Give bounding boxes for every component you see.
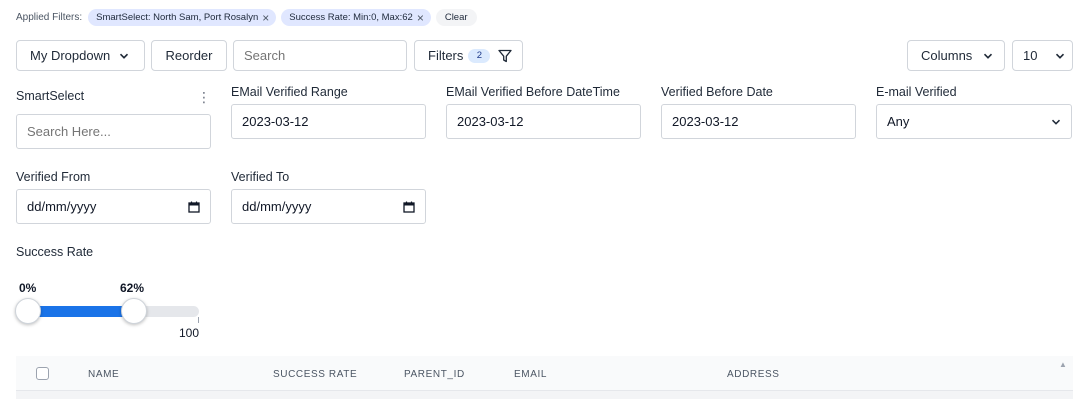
applied-filters-bar: Applied Filters: SmartSelect: North Sam,… [16,9,477,26]
reorder-button[interactable]: Reorder [151,40,227,71]
slider-max-thumb[interactable] [121,298,148,324]
email-verified-select[interactable]: Any [876,104,1072,139]
slider-tick-max [198,317,199,323]
filter-funnel-icon [498,49,513,62]
smartselect-label: SmartSelect [16,89,85,103]
columns-label: Columns [921,48,973,63]
email-verified-range-label: EMail Verified Range [231,85,348,99]
select-all-checkbox[interactable] [36,367,49,380]
column-header-success-rate[interactable]: SUCCESS RATE [273,369,357,380]
slider-min-value-label: 0% [19,281,37,295]
slider-max-value-label: 62% [120,281,145,295]
filters-button[interactable]: Filters 2 [414,40,523,71]
column-header-address[interactable]: ADDRESS [727,369,780,380]
table-row [16,391,1073,399]
my-dropdown-button[interactable]: My Dropdown [16,40,145,71]
applied-filters-label: Applied Filters: [16,12,83,23]
verified-from-value: dd/mm/yyyy [27,199,97,214]
kebab-menu-icon[interactable]: ⋮ [197,89,211,106]
verified-to-label: Verified To [231,170,290,184]
chevron-down-icon [984,53,993,59]
page-size-select[interactable]: 10 [1012,40,1073,71]
success-rate-label: Success Rate [16,245,94,259]
column-header-parent-id[interactable]: PARENT_ID [404,369,465,380]
calendar-icon[interactable] [403,201,415,213]
chevron-down-icon [1056,53,1065,59]
verified-from-date-input[interactable]: dd/mm/yyyy [16,189,211,224]
filter-chip-smartselect[interactable]: SmartSelect: North Sam, Port Rosalyn × [88,9,277,26]
calendar-icon[interactable] [188,201,200,213]
page-size-value: 10 [1023,48,1038,63]
verified-from-label: Verified From [16,170,91,184]
smartselect-search-input[interactable] [16,114,211,149]
clear-filters-button[interactable]: Clear [435,9,477,26]
email-verified-range-input[interactable]: 2023-03-12 [231,104,426,139]
filters-label: Filters [428,48,464,63]
filters-count-badge: 2 [468,48,491,63]
close-icon[interactable]: × [417,12,424,24]
filter-chip-text: Success Rate: Min:0, Max:62 [289,12,413,23]
success-rate-slider-fill [28,306,135,317]
close-icon[interactable]: × [262,12,269,24]
filter-chip-text: SmartSelect: North Sam, Port Rosalyn [96,12,259,23]
verified-to-value: dd/mm/yyyy [242,199,312,214]
chevron-down-icon [120,53,129,59]
success-rate-slider-track[interactable] [28,306,199,317]
chevron-down-icon [1051,119,1061,125]
email-verified-before-datetime-input[interactable]: 2023-03-12 [446,104,641,139]
filter-chip-success-rate[interactable]: Success Rate: Min:0, Max:62 × [281,9,431,26]
email-verified-label: E-mail Verified [876,85,957,99]
scroll-up-arrow-icon[interactable]: ▲ [1059,360,1067,369]
table-header: NAME SUCCESS RATE PARENT_ID EMAIL ADDRES… [16,356,1073,391]
verified-before-date-input[interactable]: 2023-03-12 [661,104,856,139]
reorder-label: Reorder [165,48,213,63]
dropdown-label: My Dropdown [30,48,111,63]
search-input[interactable] [233,40,407,71]
verified-before-date-label: Verified Before Date [661,85,773,99]
email-verified-value: Any [887,114,910,129]
email-verified-before-datetime-label: EMail Verified Before DateTime [446,85,620,99]
column-header-name[interactable]: NAME [88,369,119,380]
slider-min-thumb[interactable] [15,298,41,324]
verified-to-date-input[interactable]: dd/mm/yyyy [231,189,426,224]
slider-range-max-label: 100 [179,326,200,340]
columns-button[interactable]: Columns [907,40,1005,71]
column-header-email[interactable]: EMAIL [514,369,547,380]
